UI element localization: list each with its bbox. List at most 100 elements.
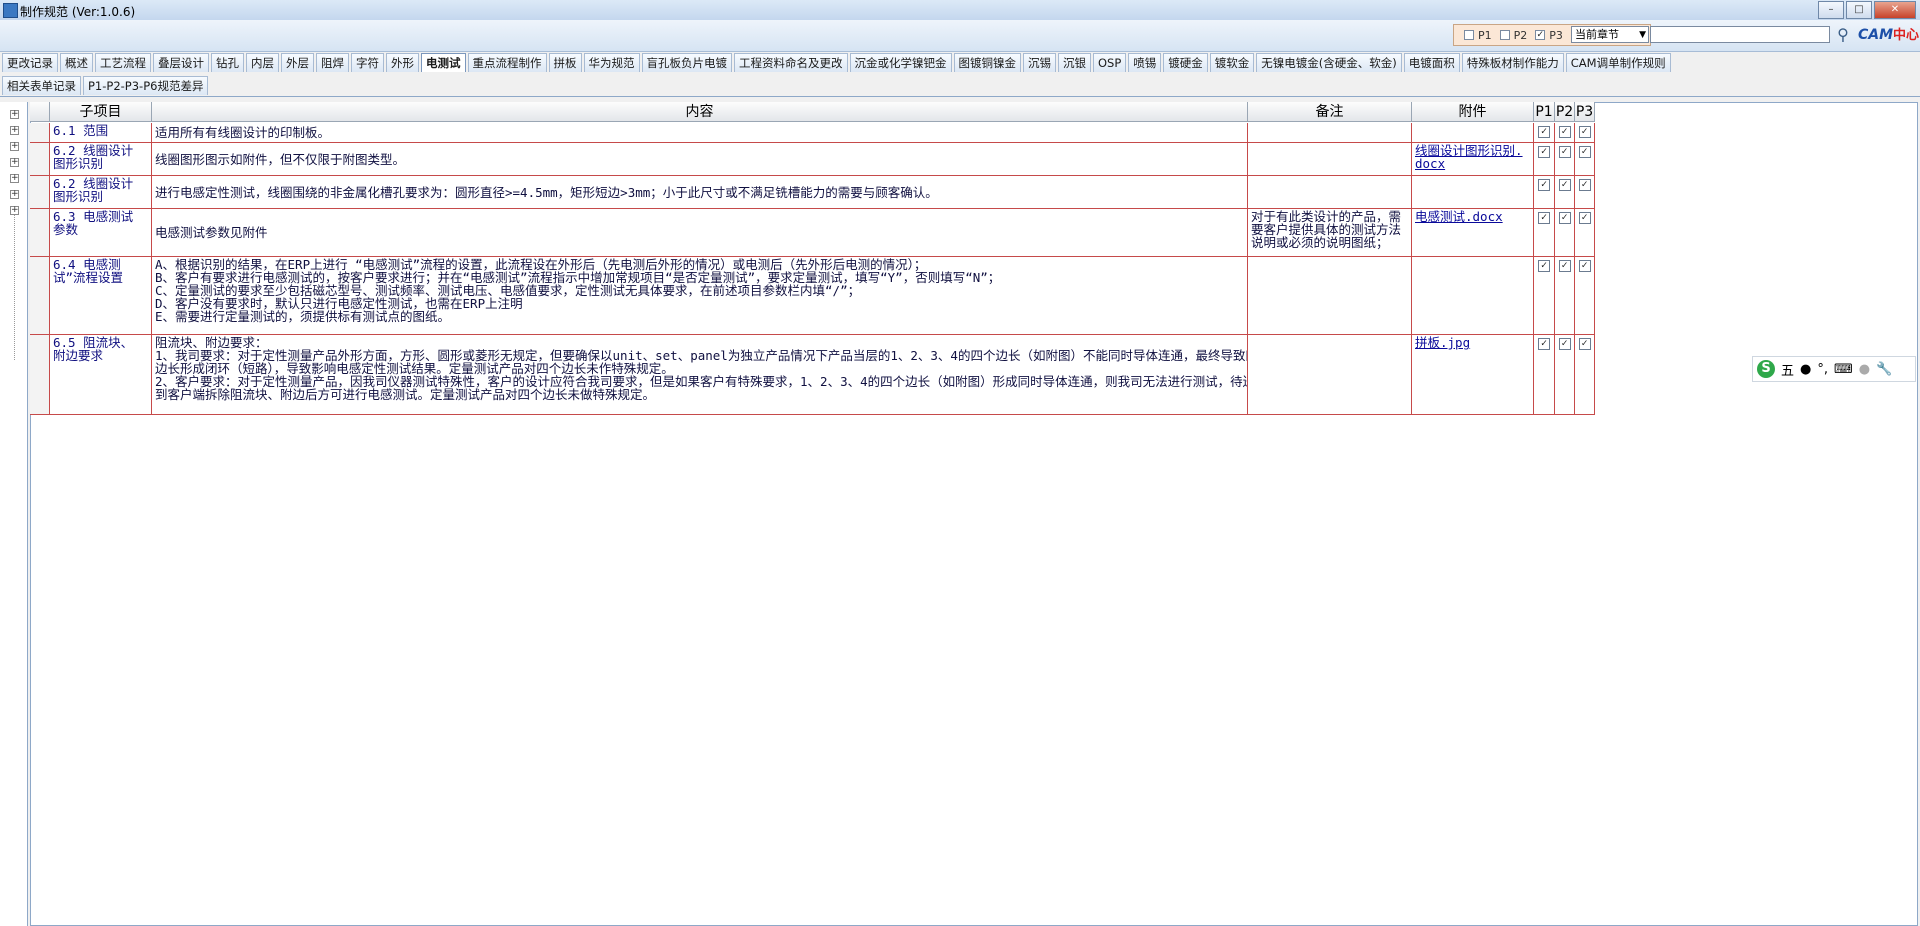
- tab-r1-27[interactable]: CAM调单制作规则: [1565, 53, 1671, 72]
- user-icon[interactable]: ●: [1859, 362, 1870, 377]
- keyboard-icon[interactable]: ⌨: [1834, 362, 1853, 377]
- tab-r1-18[interactable]: 沉锡: [1023, 53, 1056, 72]
- tab-r1-21[interactable]: 喷锡: [1128, 53, 1162, 72]
- item-cell[interactable]: 6.2 线圈设计 图形识别: [50, 143, 152, 176]
- ime-toolbar[interactable]: S 五 ● °, ⌨ ● 🔧: [1752, 356, 1916, 382]
- p1-checkbox[interactable]: ✓: [1538, 179, 1550, 191]
- tab-r1-12[interactable]: 拼板: [548, 53, 582, 72]
- p3-cell[interactable]: ✓: [1575, 123, 1595, 143]
- p2-cell[interactable]: ✓: [1555, 209, 1575, 257]
- expand-icon[interactable]: +: [10, 126, 19, 135]
- header-corner[interactable]: [30, 102, 50, 122]
- p3-cell[interactable]: ✓: [1575, 176, 1595, 209]
- remark-cell[interactable]: [1248, 143, 1412, 176]
- tab-r1-17[interactable]: 图镀铜镍金: [953, 53, 1021, 72]
- p2-checkbox[interactable]: [1499, 30, 1510, 40]
- tab-r1-14[interactable]: 盲孔板负片电镀: [641, 53, 732, 72]
- tab-r1-20[interactable]: OSP: [1093, 53, 1127, 72]
- row-selector[interactable]: [30, 123, 50, 143]
- p1-cell[interactable]: ✓: [1534, 209, 1555, 257]
- table-row[interactable]: 6.2 线圈设计 图形识别 进行电感定性测试，线圈围绕的非金属化槽孔要求为：圆形直径…: [30, 176, 1918, 209]
- p1-cell[interactable]: ✓: [1534, 123, 1555, 143]
- p2-checkbox[interactable]: ✓: [1558, 212, 1571, 224]
- remark-cell[interactable]: [1248, 257, 1412, 335]
- attachment-link[interactable]: docx: [1415, 157, 1530, 170]
- table-row[interactable]: 6.4 电感测 试”流程设置 A、根据识别的结果，在ERP上进行 “电感测试”流程的…: [30, 257, 1918, 335]
- p1-checkbox[interactable]: ✓: [1538, 338, 1550, 350]
- p1-checkbox[interactable]: ✓: [1538, 260, 1550, 272]
- p2-cell[interactable]: ✓: [1555, 143, 1575, 176]
- header-attachment[interactable]: 附件: [1412, 102, 1534, 122]
- p3-checkbox[interactable]: ✓: [1578, 338, 1591, 350]
- p1-cell[interactable]: ✓: [1534, 335, 1555, 415]
- item-cell[interactable]: 6.2 线圈设计 图形识别: [50, 176, 152, 209]
- p3-checkbox[interactable]: ✓: [1535, 30, 1546, 40]
- p3-checkbox[interactable]: ✓: [1578, 179, 1591, 191]
- p1-checkbox[interactable]: ✓: [1538, 126, 1550, 138]
- minimize-icon[interactable]: –: [1818, 1, 1844, 19]
- p3-checkbox[interactable]: ✓: [1578, 212, 1591, 224]
- tab-r1-24[interactable]: 无镍电镀金(含硬金、软金): [1256, 53, 1402, 72]
- tab-r1-16[interactable]: 沉金或化学镍钯金: [849, 53, 952, 72]
- item-cell[interactable]: 6.5 阻流块、 附边要求: [50, 335, 152, 415]
- p2-checkbox[interactable]: ✓: [1558, 338, 1571, 350]
- close-icon[interactable]: ✕: [1874, 1, 1916, 19]
- table-row[interactable]: 6.5 阻流块、 附边要求 阻流块、附边要求： 1、我司要求：对于定性测量产品外形方面…: [30, 335, 1918, 415]
- row-selector[interactable]: [30, 335, 50, 415]
- maximize-icon[interactable]: □: [1846, 1, 1872, 19]
- p1-checkbox[interactable]: [1464, 30, 1474, 40]
- table-row[interactable]: 6.2 线圈设计 图形识别 线圈图形图示如附件，但不仅限于附图类型。 线圈设计图形识别…: [30, 143, 1918, 176]
- tab-r1-22[interactable]: 镀硬金: [1163, 53, 1208, 72]
- remark-cell[interactable]: [1248, 123, 1412, 143]
- item-cell[interactable]: 6.3 电感测试 参数: [50, 209, 152, 257]
- p3-cell[interactable]: ✓: [1575, 335, 1595, 415]
- p2-cell[interactable]: ✓: [1555, 257, 1575, 335]
- wrench-icon[interactable]: 🔧: [1876, 362, 1892, 377]
- ime-mode[interactable]: 五: [1781, 360, 1794, 379]
- tab-r1-8[interactable]: 字符: [351, 53, 384, 72]
- p1-cell[interactable]: ✓: [1534, 143, 1555, 176]
- moon-icon[interactable]: ●: [1800, 362, 1811, 377]
- row-selector[interactable]: [30, 209, 50, 257]
- p3-checkbox[interactable]: ✓: [1578, 126, 1591, 138]
- header-p2[interactable]: P2: [1555, 102, 1575, 122]
- p3-checkbox[interactable]: ✓: [1578, 260, 1591, 272]
- item-cell[interactable]: 6.1 范围: [50, 123, 152, 143]
- tab-r1-11[interactable]: 重点流程制作: [467, 53, 547, 72]
- p1-cell[interactable]: ✓: [1534, 257, 1555, 335]
- tab-r1-5[interactable]: 内层: [246, 53, 279, 72]
- table-row[interactable]: 6.1 范围 适用所有有线圈设计的印制板。 ✓ ✓ ✓: [30, 123, 1918, 143]
- remark-cell[interactable]: 对于有此类设计的产品，需 要客户提供具体的测试方法 说明或必须的说明图纸；: [1248, 209, 1412, 257]
- search-input[interactable]: [1650, 26, 1830, 43]
- p1-checkbox[interactable]: ✓: [1538, 212, 1550, 224]
- tab-r1-25[interactable]: 电镀面积: [1403, 53, 1460, 72]
- tab-r1-0[interactable]: 更改记录: [2, 53, 58, 72]
- scope-select[interactable]: 当前章节 ▼: [1571, 26, 1649, 43]
- attach-cell[interactable]: [1412, 257, 1534, 335]
- p2-cell[interactable]: ✓: [1555, 335, 1575, 415]
- tab-r2-0[interactable]: 相关表单记录: [2, 76, 81, 95]
- attachment-link[interactable]: 电感测试.docx: [1415, 210, 1530, 223]
- header-p1[interactable]: P1: [1534, 102, 1555, 122]
- expand-icon[interactable]: +: [10, 110, 19, 119]
- tab-r1-7[interactable]: 阻焊: [316, 53, 349, 72]
- p2-checkbox[interactable]: ✓: [1558, 179, 1571, 191]
- attachment-link[interactable]: 拼板.jpg: [1415, 336, 1530, 349]
- p1-cell[interactable]: ✓: [1534, 176, 1555, 209]
- tab-r1-15[interactable]: 工程资料命名及更改: [734, 53, 848, 72]
- content-cell[interactable]: 电感测试参数见附件: [152, 209, 1248, 257]
- content-cell[interactable]: 线圈图形图示如附件，但不仅限于附图类型。: [152, 143, 1248, 176]
- tab-r1-1[interactable]: 概述: [60, 53, 93, 72]
- tab-r1-2[interactable]: 工艺流程: [95, 53, 151, 72]
- tab-r1-3[interactable]: 叠层设计: [153, 53, 209, 72]
- tab-r1-26[interactable]: 特殊板材制作能力: [1461, 53, 1564, 72]
- p3-cell[interactable]: ✓: [1575, 257, 1595, 335]
- p2-checkbox[interactable]: ✓: [1558, 260, 1571, 272]
- expand-icon[interactable]: +: [10, 190, 19, 199]
- expand-icon[interactable]: +: [10, 174, 19, 183]
- tab-r1-9[interactable]: 外形: [386, 53, 419, 72]
- p3-cell[interactable]: ✓: [1575, 143, 1595, 176]
- p3-checkbox[interactable]: ✓: [1578, 146, 1591, 158]
- expand-icon[interactable]: +: [10, 206, 19, 215]
- content-cell[interactable]: 进行电感定性测试，线圈围绕的非金属化槽孔要求为：圆形直径>=4.5mm，矩形短边…: [152, 176, 1248, 209]
